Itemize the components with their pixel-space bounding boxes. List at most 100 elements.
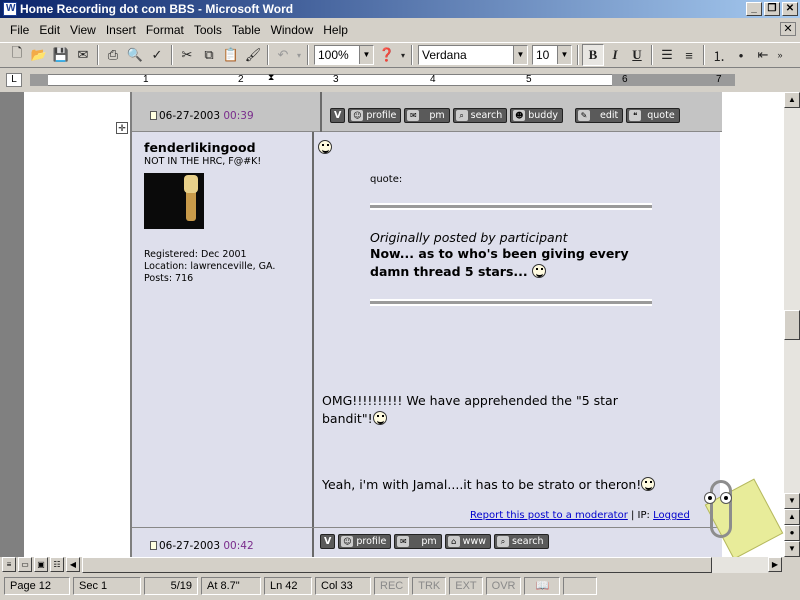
post-actions: V ☺ profile ✉ pm ⌕ search ☻ buddy [330, 108, 563, 123]
post-edit-actions: ✎ edit ❝ quote [575, 108, 680, 123]
menu-help[interactable]: Help [323, 23, 348, 37]
copy-icon[interactable]: ⧉ [198, 44, 220, 66]
open-folder-icon[interactable]: 📂 [28, 44, 50, 66]
menu-edit[interactable]: Edit [39, 23, 60, 37]
cut-icon[interactable]: ✂ [176, 44, 198, 66]
horizontal-scroll-thumb[interactable] [82, 557, 712, 573]
tab-selector[interactable]: L [6, 73, 22, 87]
decrease-indent-icon[interactable]: ⇤ [752, 44, 774, 66]
menu-format[interactable]: Format [146, 23, 184, 37]
www-button[interactable]: ⌂ www [444, 534, 491, 549]
paste-icon[interactable]: 📋 [220, 44, 242, 66]
help-icon[interactable]: ❓ [376, 44, 398, 66]
email-icon[interactable]: ✉ [72, 44, 94, 66]
profile-button[interactable]: ☺ profile [348, 108, 402, 123]
italic-button[interactable]: I [604, 44, 626, 66]
toolbar-separator [307, 45, 309, 65]
bullet-list-icon[interactable]: • [730, 44, 752, 66]
quote-button[interactable]: ❝ quote [626, 108, 680, 123]
vertical-scrollbar[interactable]: ▲ ▼ ▲ ● ▼ [784, 92, 800, 557]
toolbar-separator [97, 45, 99, 65]
v-button[interactable]: V [320, 534, 336, 549]
toolbar-options-icon[interactable]: » [774, 44, 786, 66]
status-rec[interactable]: REC [374, 577, 410, 595]
scroll-up-icon[interactable]: ▲ [784, 92, 800, 108]
spelling-status-icon[interactable]: 📖 [524, 577, 561, 595]
previous-page-icon[interactable]: ▲ [784, 509, 800, 525]
minimize-button[interactable]: _ [746, 2, 762, 16]
horizontal-scrollbar[interactable]: ≡ ▭ ▣ ☷ ◀ ▶ [0, 557, 800, 573]
chevron-down-icon: ▼ [557, 46, 571, 64]
toolbar-separator [171, 45, 173, 65]
menu-view[interactable]: View [70, 23, 96, 37]
font-select[interactable]: Verdana ▼ [418, 45, 528, 65]
print-preview-icon[interactable]: 🔍 [124, 44, 146, 66]
format-painter-icon[interactable]: 🖌 [242, 44, 264, 66]
help-dropdown-icon[interactable]: ▾ [398, 44, 408, 66]
profile-button[interactable]: ☺ profile [338, 534, 392, 549]
font-size-select[interactable]: 10 ▼ [532, 45, 572, 65]
status-ext[interactable]: EXT [449, 577, 483, 595]
scroll-right-icon[interactable]: ▶ [768, 557, 782, 572]
menu-window[interactable]: Window [271, 23, 314, 37]
office-assistant-clippy[interactable] [696, 468, 784, 560]
select-browse-object-icon[interactable]: ● [784, 525, 800, 541]
pm-icon: ✉ [397, 536, 410, 547]
edit-button[interactable]: ✎ edit [575, 108, 624, 123]
zoom-select[interactable]: 100% ▼ [314, 45, 374, 65]
status-at: At 8.7" [201, 577, 261, 595]
user-details: Registered: Dec 2001 Location: lawrencev… [144, 249, 309, 285]
outline-view-icon[interactable]: ☷ [50, 557, 64, 572]
undo-dropdown-icon[interactable]: ▾ [294, 44, 304, 66]
pm-button[interactable]: ✉ pm [394, 534, 442, 549]
bold-button[interactable]: B [582, 44, 604, 66]
vertical-scroll-thumb[interactable] [784, 310, 800, 340]
align-left-icon[interactable]: ☰ [656, 44, 678, 66]
pm-button[interactable]: ✉ pm [404, 108, 450, 123]
menu-tools[interactable]: Tools [194, 23, 222, 37]
search-icon: ⌕ [455, 110, 468, 121]
normal-view-icon[interactable]: ≡ [2, 557, 16, 572]
next-post-header-bar: 06-27-2003 00:42 V ☺ profile ✉ pm ⌂ www ⌕ se… [132, 527, 722, 557]
ip-label: | IP: [631, 510, 650, 521]
print-icon[interactable]: ⎙ [102, 44, 124, 66]
pm-icon: ✉ [407, 110, 420, 121]
document-page[interactable]: ✛ 06-27-2003 00:39 V ☺ profile ✉ pm ⌕ searc… [24, 92, 784, 557]
status-trk[interactable]: TRK [412, 577, 447, 595]
undo-icon[interactable]: ↶ [272, 44, 294, 66]
logged-link[interactable]: Logged [653, 510, 690, 521]
numbered-list-icon[interactable]: ⒈ [708, 44, 730, 66]
next-page-icon[interactable]: ▼ [784, 541, 800, 557]
underline-button[interactable]: U [626, 44, 648, 66]
buddy-button[interactable]: ☻ buddy [510, 108, 563, 123]
bbs-post-table: 06-27-2003 00:39 V ☺ profile ✉ pm ⌕ search … [130, 92, 722, 557]
column-divider [312, 528, 314, 557]
search-button[interactable]: ⌕ search [493, 534, 549, 549]
report-post-link[interactable]: Report this post to a moderator [470, 510, 628, 521]
scroll-down-icon[interactable]: ▼ [784, 493, 800, 509]
save-icon[interactable]: 💾 [50, 44, 72, 66]
search-button[interactable]: ⌕ search [452, 108, 508, 123]
username[interactable]: fenderlikingood [144, 140, 309, 155]
table-move-handle-icon[interactable]: ✛ [116, 122, 128, 134]
restore-button[interactable]: ❐ [764, 2, 780, 16]
word-app-icon[interactable] [3, 0, 17, 18]
align-center-icon[interactable]: ≡ [678, 44, 700, 66]
menu-insert[interactable]: Insert [106, 23, 136, 37]
print-layout-view-icon[interactable]: ▣ [34, 557, 48, 572]
grin-smiley-icon [318, 140, 332, 154]
menu-file[interactable]: File [10, 23, 29, 37]
v-button[interactable]: V [330, 108, 346, 123]
grin-smiley-icon [641, 477, 656, 491]
close-document-button[interactable]: ✕ [780, 22, 796, 36]
spelling-icon[interactable]: ✓ [146, 44, 168, 66]
close-button[interactable]: ✕ [782, 2, 798, 16]
font-value: Verdana [422, 48, 467, 62]
web-layout-view-icon[interactable]: ▭ [18, 557, 32, 572]
menu-table[interactable]: Table [232, 23, 261, 37]
scroll-left-icon[interactable]: ◀ [66, 557, 80, 572]
profile-icon: ☺ [351, 110, 364, 121]
status-ovr[interactable]: OVR [485, 577, 522, 595]
new-document-icon[interactable]: 🗋 [6, 44, 28, 66]
indent-marker-icon[interactable]: ⧗ [268, 72, 274, 83]
